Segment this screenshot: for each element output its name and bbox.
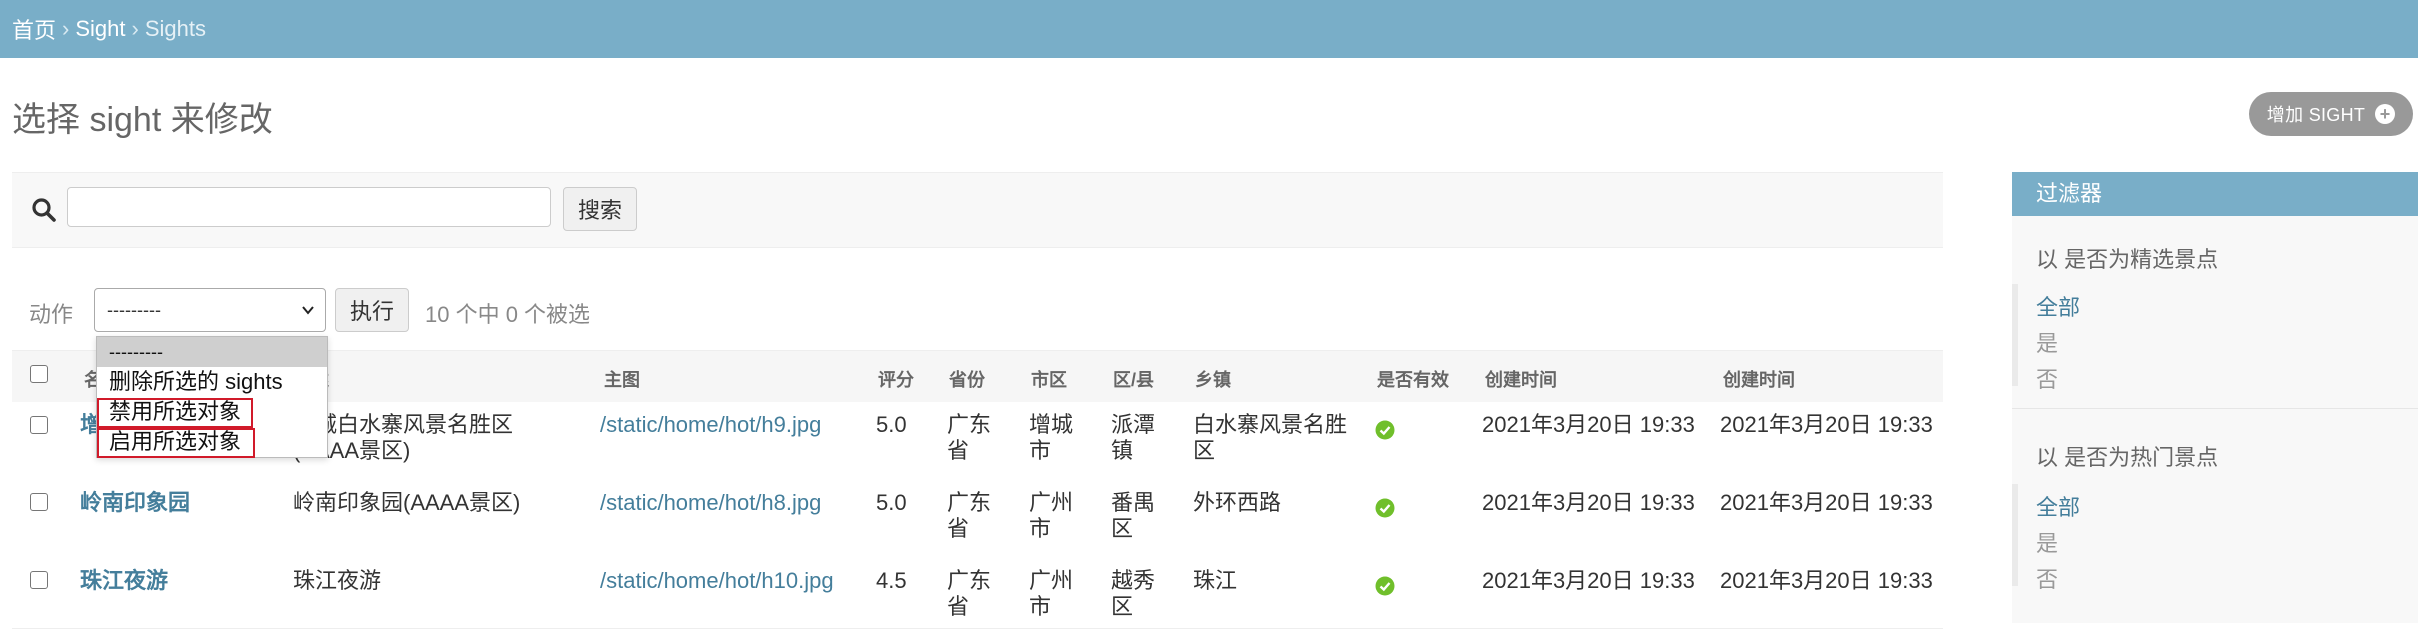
row-district: 越秀 [1111,568,1156,593]
search-icon [32,198,56,222]
row-score: 4.5 [876,568,907,593]
row-name-link[interactable]: 岭南印象园 [80,490,190,516]
page-title: 选择 sight 来修改 [12,101,273,139]
row-updated: 2021年3月20日 19:33 [1720,490,1933,515]
filter-hot-no[interactable]: 否 [2036,562,2058,594]
table-row: 珠江夜游 珠江夜游 /static/home/hot/h10.jpg 4.5 广… [12,558,1943,629]
action-option-empty[interactable]: --------- [97,337,327,367]
filter-hot-yes[interactable]: 是 [2036,526,2058,558]
chevron-down-icon [302,306,314,315]
select-all-checkbox[interactable] [30,365,48,383]
execute-action-button[interactable]: 执行 [335,288,409,332]
filter-featured-no[interactable]: 否 [2036,362,2058,394]
filter-hot-all[interactable]: 全部 [2036,490,2080,522]
row-updated: 2021年3月20日 19:33 [1720,568,1933,593]
add-button-label: 增加 SIGHT [2266,105,2366,125]
search-input[interactable] [67,187,551,227]
row-city-cont: 市 [1029,516,1052,541]
add-sight-button[interactable]: 增加 SIGHT + [2249,92,2413,136]
column-header-province[interactable]: 省份 [949,366,985,392]
row-city: 增城 [1029,412,1074,437]
action-label: 动作 [29,302,74,327]
action-select[interactable]: --------- [94,288,326,332]
row-district-cont: 区 [1111,594,1134,619]
highlight-box [97,398,253,428]
row-score: 5.0 [876,412,907,437]
row-checkbox[interactable] [30,571,48,589]
filter-divider [2012,408,2418,409]
action-dropdown-list: --------- 删除所选的 sights 禁用所选对象 启用所选对象 [96,336,328,458]
breadcrumb: 首页 › Sight › Sights [0,0,2418,58]
row-score: 5.0 [876,490,907,515]
action-option-delete[interactable]: 删除所选的 sights [97,367,327,397]
row-image-link[interactable]: /static/home/hot/h8.jpg [600,490,821,516]
column-header-image[interactable]: 主图 [604,366,640,392]
filter-group-bar [2012,484,2018,586]
row-province: 广东 [947,490,992,515]
row-created: 2021年3月20日 19:33 [1482,568,1695,593]
column-header-score[interactable]: 评分 [878,366,914,392]
row-district: 派潭 [1111,412,1156,437]
row-province-cont: 省 [947,594,970,619]
search-button[interactable]: 搜索 [563,187,637,231]
table-row: 岭南印象园 岭南印象园(AAAA景区) /static/home/hot/h8.… [12,480,1943,559]
row-checkbox[interactable] [30,493,48,511]
breadcrumb-separator: › [62,16,70,41]
filter-group-bar [2012,284,2018,386]
row-checkbox[interactable] [30,416,48,434]
row-town-cont: 区 [1193,438,1216,463]
row-name-link[interactable]: 珠江夜游 [80,568,168,594]
column-header-city[interactable]: 市区 [1031,366,1067,392]
row-created: 2021年3月20日 19:33 [1482,412,1695,437]
filter-title: 过滤器 [2012,172,2418,216]
row-province: 广东 [947,412,992,437]
column-header-town[interactable]: 乡镇 [1195,366,1231,392]
row-province-cont: 省 [947,438,970,463]
highlight-box [97,428,255,458]
column-header-district[interactable]: 区/县 [1113,366,1154,392]
row-district: 番禺 [1111,490,1156,515]
filter-featured-yes[interactable]: 是 [2036,326,2058,358]
row-description: 岭南印象园(AAAA景区) [293,490,521,515]
filter-heading-featured: 以 是否为精选景点 [2036,247,2219,272]
row-city-cont: 市 [1029,594,1052,619]
row-city: 广州 [1029,568,1074,593]
check-circle-icon [1375,420,1395,440]
row-city-cont: 市 [1029,438,1052,463]
action-select-value: --------- [107,299,161,320]
row-description: 珠江夜游 [293,568,382,593]
breadcrumb-separator: › [131,16,139,41]
column-header-created[interactable]: 创建时间 [1485,366,1557,392]
row-updated: 2021年3月20日 19:33 [1720,412,1933,437]
row-province-cont: 省 [947,516,970,541]
filter-heading-hot: 以 是否为热门景点 [2036,445,2219,470]
row-district-cont: 镇 [1111,438,1134,463]
row-town: 珠江 [1193,568,1238,593]
row-created: 2021年3月20日 19:33 [1482,490,1695,515]
check-circle-icon [1375,498,1395,518]
row-province: 广东 [947,568,992,593]
selection-counter: 10 个中 0 个被选 [425,302,591,327]
row-image-link[interactable]: /static/home/hot/h10.jpg [600,568,834,594]
check-circle-icon [1375,576,1395,596]
filter-panel: 过滤器 以 是否为精选景点 全部 是 否 以 是否为热门景点 全部 是 否 [2012,172,2418,623]
breadcrumb-current: Sights [144,16,206,41]
row-city: 广州 [1029,490,1074,515]
search-toolbar: 搜索 [12,172,1943,248]
row-town: 白水寨风景名胜 [1193,412,1348,437]
breadcrumb-home-link[interactable]: 首页 [12,13,56,45]
breadcrumb-app-link[interactable]: Sight [75,16,125,42]
row-district-cont: 区 [1111,516,1134,541]
row-image-link[interactable]: /static/home/hot/h9.jpg [600,412,821,438]
column-header-updated[interactable]: 创建时间 [1723,366,1795,392]
row-town: 外环西路 [1193,490,1282,515]
column-header-valid[interactable]: 是否有效 [1377,366,1449,392]
filter-featured-all[interactable]: 全部 [2036,290,2080,322]
plus-circle-icon: + [2375,104,2396,124]
